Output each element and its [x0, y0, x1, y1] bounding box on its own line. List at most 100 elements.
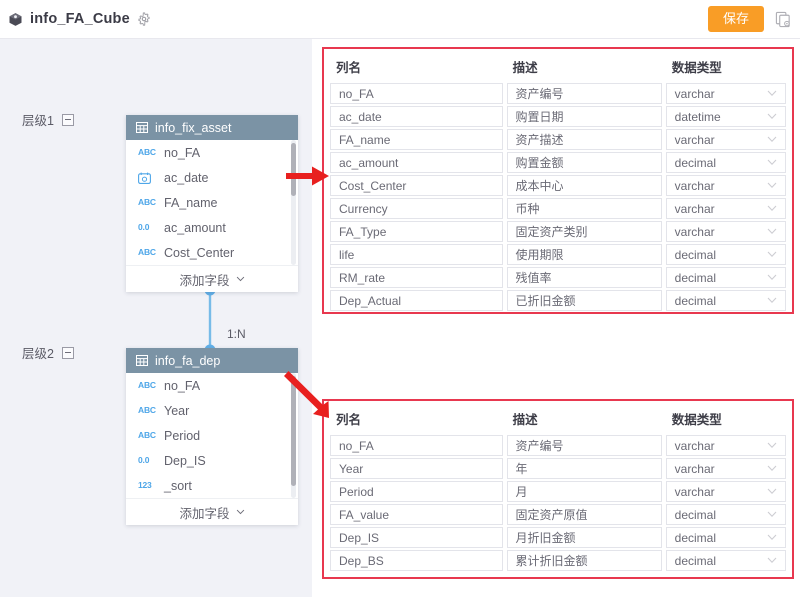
column-name-input[interactable]: Period — [330, 481, 503, 502]
field-row[interactable]: 0.0 Dep_IS — [126, 448, 298, 473]
datatype-select[interactable]: varchar — [666, 435, 786, 456]
field-row[interactable]: 0.0 ac_amount — [126, 215, 298, 240]
field-row[interactable]: ABC Year — [126, 398, 298, 423]
field-name: _sort — [164, 479, 192, 493]
field-row[interactable]: ABC no_FA — [126, 373, 298, 398]
column-name-input[interactable]: no_FA — [330, 435, 503, 456]
add-field-label: 添加字段 — [179, 270, 229, 289]
table-row[interactable]: FA_Type 固定资产类别 varchar — [330, 221, 786, 244]
field-row[interactable]: ac_date — [126, 165, 298, 190]
description-input[interactable]: 月 — [507, 481, 662, 502]
column-name-input[interactable]: FA_name — [330, 129, 503, 150]
datatype-select[interactable]: datetime — [666, 106, 786, 127]
table-row[interactable]: Year 年 varchar — [330, 458, 786, 481]
chevron-down-icon — [767, 534, 777, 541]
description-input[interactable]: 累计折旧金额 — [507, 550, 662, 571]
table-row[interactable]: Dep_IS 月折旧金额 decimal — [330, 527, 786, 550]
field-row[interactable]: ABC no_FA — [126, 140, 298, 165]
column-name-input[interactable]: Cost_Center — [330, 175, 503, 196]
description-input[interactable]: 成本中心 — [507, 175, 662, 196]
table-row[interactable]: Currency 币种 varchar — [330, 198, 786, 221]
description-input[interactable]: 币种 — [507, 198, 662, 219]
add-field-button[interactable]: 添加字段 — [126, 498, 298, 525]
abc-icon: ABC — [138, 198, 155, 207]
field-row[interactable]: ABC Period — [126, 423, 298, 448]
description-input[interactable]: 年 — [507, 458, 662, 479]
table-node-info-fix-asset[interactable]: info_fix_asset ABC no_FA ac_date — [126, 115, 298, 292]
description-input[interactable]: 购置日期 — [507, 106, 662, 127]
table-row[interactable]: FA_name 资产描述 varchar — [330, 129, 786, 152]
field-row[interactable]: ABC FA_name — [126, 190, 298, 215]
column-name-input[interactable]: Dep_Actual — [330, 290, 503, 311]
field-row[interactable]: ABC Cost_Center — [126, 240, 298, 265]
table-node-info-fa-dep[interactable]: info_fa_dep ABC no_FA ABC Year ABC Perio… — [126, 348, 298, 525]
table-row[interactable]: ac_amount 购置金额 decimal — [330, 152, 786, 175]
description-input[interactable]: 固定资产原值 — [507, 504, 662, 525]
description-input[interactable]: 资产编号 — [507, 435, 662, 456]
table-row[interactable]: ac_date 购置日期 datetime — [330, 106, 786, 129]
relationship-connector[interactable] — [200, 284, 270, 356]
table-row[interactable]: Period 月 varchar — [330, 481, 786, 504]
table-row[interactable]: FA_value 固定资产原值 decimal — [330, 504, 786, 527]
collapse-icon[interactable] — [62, 114, 74, 126]
column-name-input[interactable]: Dep_IS — [330, 527, 503, 548]
table-row[interactable]: RM_rate 残值率 decimal — [330, 267, 786, 290]
table-row[interactable]: no_FA 资产编号 varchar — [330, 83, 786, 106]
description-input[interactable]: 固定资产类别 — [507, 221, 662, 242]
model-canvas[interactable]: 层级1 层级2 1:N info_fix_asset — [0, 39, 312, 597]
datatype-select[interactable]: varchar — [666, 221, 786, 242]
datatype-value: decimal — [675, 531, 716, 545]
table-node-field-list[interactable]: ABC no_FA ABC Year ABC Period 0.0 Dep_IS… — [126, 373, 298, 498]
column-name-input[interactable]: Year — [330, 458, 503, 479]
column-name-input[interactable]: FA_Type — [330, 221, 503, 242]
table-row[interactable]: life 使用期限 decimal — [330, 244, 786, 267]
description-input[interactable]: 使用期限 — [507, 244, 662, 265]
datatype-select[interactable]: decimal — [666, 550, 786, 571]
column-name-input[interactable]: no_FA — [330, 83, 503, 104]
table-row[interactable]: Cost_Center 成本中心 varchar — [330, 175, 786, 198]
abc-icon: ABC — [138, 431, 155, 440]
chevron-down-icon — [767, 136, 777, 143]
datatype-select[interactable]: varchar — [666, 481, 786, 502]
column-name-input[interactable]: ac_date — [330, 106, 503, 127]
description-input[interactable]: 资产编号 — [507, 83, 662, 104]
column-name-input[interactable]: FA_value — [330, 504, 503, 525]
datatype-select[interactable]: varchar — [666, 458, 786, 479]
table-node-header[interactable]: info_fix_asset — [126, 115, 298, 140]
copy-config-icon[interactable] — [775, 11, 792, 28]
chevron-down-icon — [767, 182, 777, 189]
decimal-icon: 0.0 — [138, 223, 155, 232]
column-name-input[interactable]: RM_rate — [330, 267, 503, 288]
save-button[interactable]: 保存 — [708, 6, 764, 33]
datatype-select[interactable]: varchar — [666, 83, 786, 104]
description-input[interactable]: 月折旧金额 — [507, 527, 662, 548]
description-input[interactable]: 资产描述 — [507, 129, 662, 150]
datatype-select[interactable]: decimal — [666, 290, 786, 311]
table-row[interactable]: no_FA 资产编号 varchar — [330, 435, 786, 458]
column-name-input[interactable]: life — [330, 244, 503, 265]
table-node-field-list[interactable]: ABC no_FA ac_date ABC FA_name — [126, 140, 298, 265]
datatype-select[interactable]: varchar — [666, 129, 786, 150]
collapse-icon[interactable] — [62, 347, 74, 359]
gear-icon[interactable] — [137, 12, 151, 26]
datatype-select[interactable]: decimal — [666, 267, 786, 288]
add-field-button[interactable]: 添加字段 — [126, 265, 298, 292]
description-input[interactable]: 已折旧金额 — [507, 290, 662, 311]
column-name-input[interactable]: Currency — [330, 198, 503, 219]
datatype-select[interactable]: decimal — [666, 152, 786, 173]
field-row[interactable]: 123 _sort — [126, 473, 298, 498]
datatype-select[interactable]: decimal — [666, 504, 786, 525]
table-row[interactable]: Dep_Actual 已折旧金额 decimal — [330, 290, 786, 313]
table-row[interactable]: Dep_BS 累计折旧金额 decimal — [330, 550, 786, 573]
column-name-input[interactable]: Dep_BS — [330, 550, 503, 571]
description-input[interactable]: 残值率 — [507, 267, 662, 288]
datatype-select[interactable]: decimal — [666, 527, 786, 548]
description-input[interactable]: 购置金额 — [507, 152, 662, 173]
chevron-down-icon — [767, 274, 777, 281]
table-node-header[interactable]: info_fa_dep — [126, 348, 298, 373]
datatype-select[interactable]: varchar — [666, 198, 786, 219]
header-datatype: 数据类型 — [672, 409, 792, 428]
column-name-input[interactable]: ac_amount — [330, 152, 503, 173]
datatype-select[interactable]: decimal — [666, 244, 786, 265]
datatype-select[interactable]: varchar — [666, 175, 786, 196]
